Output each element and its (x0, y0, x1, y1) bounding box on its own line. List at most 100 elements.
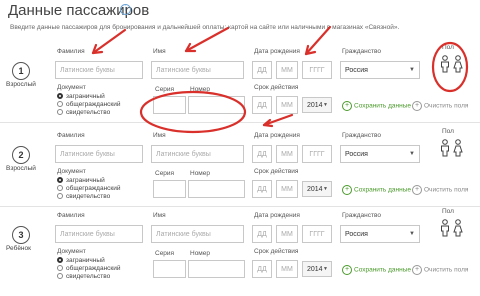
birth-month-input[interactable]: ММ (276, 61, 298, 79)
name-label: Имя (153, 48, 166, 55)
doc-number-input[interactable] (188, 96, 245, 114)
passenger-number: 2 (12, 146, 30, 164)
gender-male-icon[interactable] (440, 55, 450, 73)
number-label: Номер (190, 170, 211, 177)
series-label: Серия (155, 170, 175, 177)
surname-input[interactable]: Латинские буквы (55, 61, 143, 79)
name-label: Имя (153, 132, 166, 139)
doc-type-radio[interactable]: заграничный (57, 177, 105, 184)
doc-number-input[interactable] (188, 260, 245, 278)
info-icon[interactable]: i (120, 4, 131, 15)
gender-label: Пол (442, 128, 454, 135)
birth-month-input[interactable]: ММ (276, 145, 298, 163)
document-label: Документ (57, 84, 86, 91)
citizenship-select[interactable]: Россия ▼ (340, 61, 420, 79)
birth-month-input[interactable]: ММ (276, 225, 298, 243)
plus-icon: + (342, 101, 352, 111)
citizenship-value: Россия (345, 231, 368, 238)
doc-type-radio[interactable]: общегражданский (57, 185, 121, 192)
citizenship-select[interactable]: Россия ▼ (340, 145, 420, 163)
number-label: Номер (190, 86, 211, 93)
document-label: Документ (57, 168, 86, 175)
birth-day-input[interactable]: ДД (252, 145, 272, 163)
doc-number-input[interactable] (188, 180, 245, 198)
gender-male-icon[interactable] (440, 139, 450, 157)
validity-day-input[interactable]: ДД (252, 260, 272, 278)
gender-male-icon[interactable] (440, 219, 450, 237)
validity-month-input[interactable]: ММ (276, 96, 298, 114)
clear-fields-button[interactable]: + Очистить поля (412, 185, 468, 195)
name-input[interactable]: Латинские буквы (151, 61, 244, 79)
doc-series-input[interactable] (153, 180, 186, 198)
passenger-type: Взрослый (6, 81, 36, 88)
birth-label: Дата рождения (254, 48, 300, 55)
validity-year-select[interactable]: 2014 ▼ (302, 97, 332, 113)
radio-icon (57, 193, 63, 200)
birth-year-input[interactable]: ГГГГ (302, 145, 332, 163)
radio-icon (57, 273, 63, 280)
validity-label: Срок действия (254, 84, 299, 91)
plus-icon: + (412, 101, 422, 111)
birth-label: Дата рождения (254, 212, 300, 219)
citizenship-value: Россия (345, 151, 368, 158)
doc-type-radio[interactable]: свидетельство (57, 273, 110, 280)
plus-icon: + (412, 185, 422, 195)
doc-type-radio[interactable]: общегражданский (57, 101, 121, 108)
passenger-type: Взрослый (6, 165, 36, 172)
doc-type-radio[interactable]: заграничный (57, 257, 105, 264)
page-subtitle: Введите данные пассажиров для бронирован… (10, 24, 400, 31)
doc-series-input[interactable] (153, 260, 186, 278)
radio-icon (57, 109, 63, 116)
radio-icon (57, 185, 63, 192)
radio-icon (57, 265, 63, 272)
birth-day-input[interactable]: ДД (252, 61, 272, 79)
gender-label: Пол (442, 44, 454, 51)
validity-label: Срок действия (254, 168, 299, 175)
doc-type-radio[interactable]: заграничный (57, 93, 105, 100)
surname-input[interactable]: Латинские буквы (55, 225, 143, 243)
surname-input[interactable]: Латинские буквы (55, 145, 143, 163)
gender-female-icon[interactable] (453, 219, 463, 237)
number-label: Номер (190, 250, 211, 257)
citizenship-label: Гражданство (342, 48, 381, 55)
name-label: Имя (153, 212, 166, 219)
divider (0, 206, 480, 207)
save-data-button[interactable]: + Сохранить данные (342, 185, 411, 195)
clear-fields-button[interactable]: + Очистить поля (412, 101, 468, 111)
series-label: Серия (155, 250, 175, 257)
birth-day-input[interactable]: ДД (252, 225, 272, 243)
doc-series-input[interactable] (153, 96, 186, 114)
birth-year-input[interactable]: ГГГГ (302, 61, 332, 79)
passenger-number: 1 (12, 62, 30, 80)
validity-year-select[interactable]: 2014 ▼ (302, 261, 332, 277)
radio-icon (57, 177, 63, 184)
radio-icon (57, 93, 63, 100)
citizenship-label: Гражданство (342, 212, 381, 219)
save-data-button[interactable]: + Сохранить данные (342, 101, 411, 111)
series-label: Серия (155, 86, 175, 93)
gender-label: Пол (442, 208, 454, 215)
citizenship-select[interactable]: Россия ▼ (340, 225, 420, 243)
surname-label: Фамилия (57, 132, 85, 139)
validity-day-input[interactable]: ДД (252, 180, 272, 198)
plus-icon: + (412, 265, 422, 275)
name-input[interactable]: Латинские буквы (151, 145, 244, 163)
birth-label: Дата рождения (254, 132, 300, 139)
chevron-down-icon: ▼ (323, 186, 328, 192)
doc-type-radio[interactable]: свидетельство (57, 109, 110, 116)
validity-day-input[interactable]: ДД (252, 96, 272, 114)
birth-year-input[interactable]: ГГГГ (302, 225, 332, 243)
validity-month-input[interactable]: ММ (276, 180, 298, 198)
doc-type-radio[interactable]: общегражданский (57, 265, 121, 272)
document-label: Документ (57, 248, 86, 255)
save-data-button[interactable]: + Сохранить данные (342, 265, 411, 275)
doc-type-radio[interactable]: свидетельство (57, 193, 110, 200)
gender-female-icon[interactable] (453, 55, 463, 73)
clear-fields-button[interactable]: + Очистить поля (412, 265, 468, 275)
validity-month-input[interactable]: ММ (276, 260, 298, 278)
divider (0, 122, 480, 123)
gender-female-icon[interactable] (453, 139, 463, 157)
name-input[interactable]: Латинские буквы (151, 225, 244, 243)
validity-year-select[interactable]: 2014 ▼ (302, 181, 332, 197)
radio-icon (57, 101, 63, 108)
